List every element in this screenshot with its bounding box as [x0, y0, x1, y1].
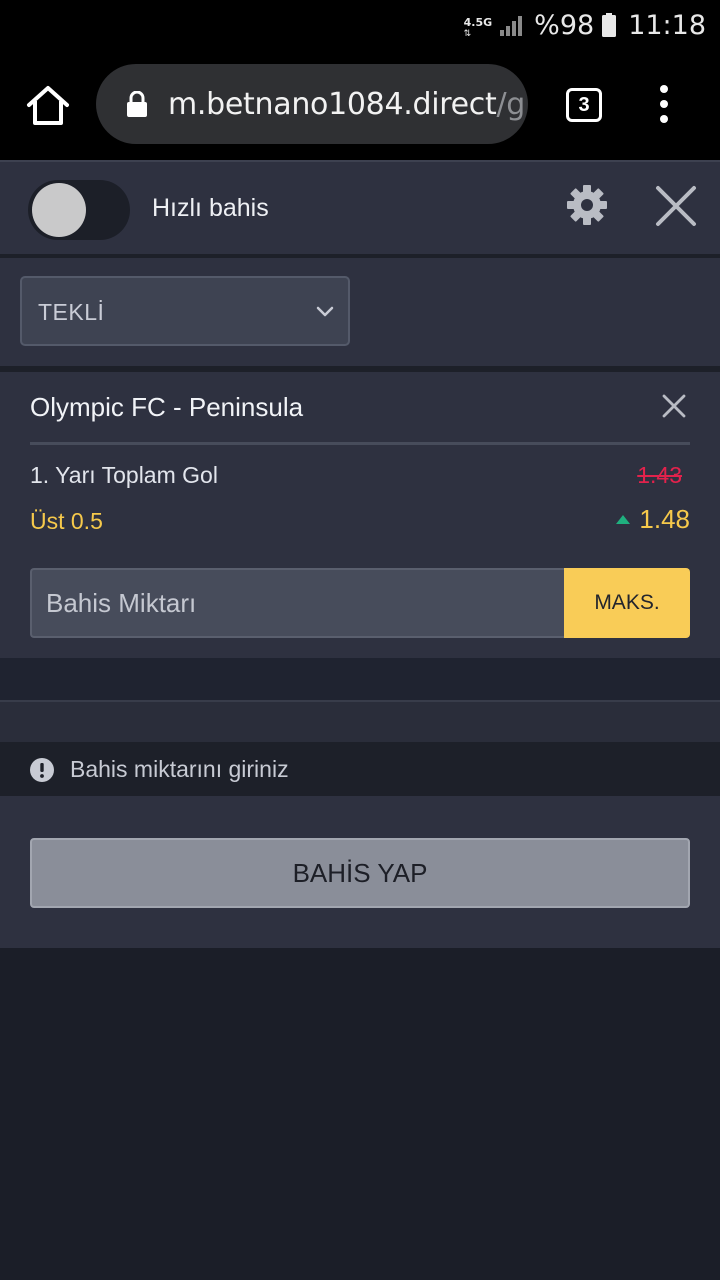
odds-up-icon — [616, 515, 630, 524]
stake-input[interactable] — [30, 568, 566, 638]
quick-bet-toggle[interactable] — [28, 180, 130, 240]
bet-card: Olympic FC - Peninsula 1. Yarı Toplam Go… — [0, 372, 720, 658]
warning-text: Bahis miktarını giriniz — [70, 756, 289, 782]
market-label: 1. Yarı Toplam Gol — [30, 462, 218, 488]
old-odds: 1.43 — [637, 462, 682, 488]
battery-percent: %98 — [534, 9, 595, 41]
bet-type-select[interactable]: TEKLİ — [20, 276, 350, 346]
remove-bet-icon[interactable] — [662, 394, 686, 418]
url-host: m.betnano1084.direct — [168, 86, 497, 122]
current-odds: 1.48 — [639, 504, 690, 534]
url-text: m.betnano1084.direct/g — [168, 87, 525, 122]
battery-icon — [602, 13, 617, 37]
quick-bet-header: Hızlı bahis — [0, 160, 720, 254]
signal-strength-icon — [500, 16, 523, 36]
settings-gear-icon[interactable] — [566, 184, 608, 226]
data-arrows-icon: ⇅ — [463, 29, 472, 39]
chevron-down-icon — [316, 306, 334, 317]
match-title: Olympic FC - Peninsula — [30, 392, 304, 422]
selection-label: Üst 0.5 — [30, 508, 103, 534]
submit-section: BAHİS YAP — [0, 796, 720, 948]
url-path: /g — [496, 86, 526, 122]
browser-toolbar: m.betnano1084.direct/g 3 — [0, 50, 720, 160]
tab-switcher-button[interactable]: 3 — [566, 88, 602, 122]
clock: 11:18 — [628, 9, 706, 41]
card-divider — [30, 442, 690, 445]
bet-type-section: TEKLİ — [0, 258, 720, 366]
close-betslip-icon[interactable] — [654, 184, 698, 228]
max-stake-button[interactable]: MAKS. — [564, 568, 690, 638]
place-bet-button[interactable]: BAHİS YAP — [30, 838, 690, 908]
alert-icon — [30, 758, 54, 782]
status-bar: 4.5G ⇅ %98 11:18 — [0, 0, 720, 50]
bet-type-value: TEKLİ — [38, 299, 105, 325]
home-icon[interactable] — [26, 84, 70, 126]
network-indicator: 4.5G ⇅ — [464, 11, 493, 39]
address-bar[interactable]: m.betnano1084.direct/g — [96, 64, 528, 144]
warning-bar: Bahis miktarını giriniz — [0, 742, 720, 796]
lock-icon — [127, 91, 147, 117]
spacer — [0, 658, 720, 700]
more-options-icon[interactable] — [656, 84, 672, 124]
spacer — [0, 700, 720, 742]
toggle-knob — [32, 183, 86, 237]
network-label: 4.5G — [463, 16, 493, 29]
quick-bet-label: Hızlı bahis — [152, 194, 269, 222]
